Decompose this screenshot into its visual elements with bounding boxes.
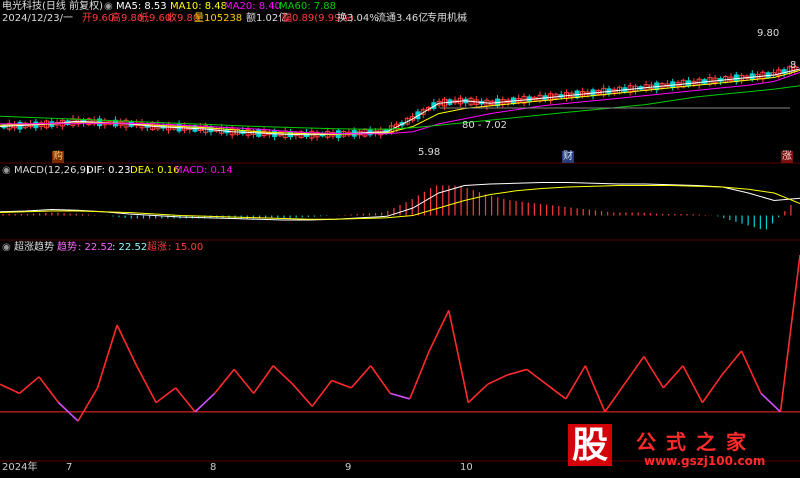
trend-segment bbox=[331, 379, 352, 389]
ma60-label: MA60: 7.88 bbox=[279, 1, 337, 12]
trend-segment bbox=[682, 365, 704, 404]
trend-segment bbox=[116, 324, 138, 367]
trend-segment bbox=[721, 350, 743, 376]
trend-segment bbox=[0, 383, 20, 395]
open-label: 开9.60 bbox=[82, 13, 115, 24]
ma10-label: MA10: 8.48 bbox=[170, 1, 228, 12]
trend-segment bbox=[662, 365, 684, 389]
macd-histogram-group bbox=[2, 185, 792, 230]
turnover-label: 换3.04% bbox=[337, 13, 379, 24]
trend-segment bbox=[77, 387, 99, 422]
trend-segment bbox=[760, 392, 782, 413]
trend-segment bbox=[623, 356, 645, 385]
trend-segment bbox=[545, 383, 567, 400]
trend-segment bbox=[565, 365, 587, 400]
indicator-super-label: 超涨 bbox=[147, 242, 167, 253]
ma5-label: MA5: 8.53 bbox=[116, 1, 167, 12]
ma20-label: MA20: 8.40 bbox=[224, 1, 282, 12]
chart-stage: 电光科技(日线 前复权) ◉ MA5: 8.53 MA10: 8.48 MA20… bbox=[0, 0, 800, 475]
macd-title[interactable]: MACD(12,26,9) bbox=[14, 165, 90, 177]
x-label-oct: 10 bbox=[460, 462, 473, 473]
trend-segment bbox=[311, 380, 333, 407]
trend-segment bbox=[194, 392, 216, 413]
indicator-lines-group bbox=[0, 254, 800, 422]
price-low-annotation: 5.98 bbox=[418, 147, 441, 158]
watermark-site-name: 公式之家 bbox=[636, 430, 756, 454]
trend-segment bbox=[18, 376, 40, 395]
volume-label: 量105238 bbox=[194, 13, 243, 24]
indicator-trend-label: 趋势 bbox=[57, 242, 77, 253]
trend-segment bbox=[214, 368, 235, 394]
indicator-super-value: : 15.00 bbox=[168, 242, 204, 253]
chart-svg bbox=[0, 62, 800, 462]
trend-segment bbox=[428, 310, 450, 352]
macd-value-label: MACD: 0.14 bbox=[174, 165, 233, 176]
x-label-sep: 9 bbox=[345, 462, 352, 473]
price-right-edge: 8. bbox=[790, 60, 800, 71]
stock-title[interactable]: 电光科技(日线 前复权) bbox=[2, 1, 103, 13]
marker-right[interactable]: 涨 bbox=[781, 151, 793, 163]
trend-segment bbox=[409, 350, 431, 400]
trend-segment bbox=[507, 368, 528, 376]
price-mid-annotation: 80 - 7.02 bbox=[462, 120, 507, 131]
x-label-aug: 8 bbox=[210, 462, 217, 473]
float-cap-label: 流通3.46亿 bbox=[376, 13, 429, 24]
macd-settings-icon[interactable]: ◉ bbox=[2, 165, 11, 177]
date-label: 2024/12/23/一 bbox=[2, 13, 74, 24]
marker-left[interactable]: 购 bbox=[52, 151, 64, 163]
trend-segment bbox=[604, 383, 626, 413]
trend-segment bbox=[233, 368, 255, 394]
trend-segment bbox=[370, 365, 391, 394]
macd-dea-label: DEA: 0.16 bbox=[130, 165, 180, 176]
trend-segment bbox=[174, 387, 196, 413]
watermark-logo-char: 股 bbox=[568, 424, 613, 466]
macd-dif-label: DIF: 0.23 bbox=[86, 165, 131, 176]
trend-segment bbox=[135, 365, 157, 404]
ma-settings-icon[interactable]: ◉ bbox=[104, 1, 113, 13]
watermark-url: www.gszj100.com bbox=[644, 454, 766, 468]
trend-segment bbox=[155, 387, 177, 404]
trend-segment bbox=[701, 374, 723, 404]
trend-segment bbox=[390, 392, 410, 400]
marker-middle[interactable]: 财 bbox=[562, 151, 574, 163]
x-label-year: 2024年 bbox=[2, 462, 38, 473]
trend-segment bbox=[38, 376, 60, 404]
trend-segment bbox=[487, 374, 508, 385]
trend-segment bbox=[584, 365, 606, 413]
indicator-trend-value2: : 22.52 bbox=[112, 242, 148, 253]
trend-segment bbox=[350, 365, 372, 389]
trend-segment bbox=[253, 365, 274, 394]
trend-segment bbox=[779, 254, 800, 412]
trend-segment bbox=[96, 324, 118, 389]
trend-segment bbox=[740, 350, 762, 394]
trend-segment bbox=[643, 356, 665, 389]
trend-segment bbox=[447, 310, 470, 403]
trend-segment bbox=[467, 383, 489, 404]
sector-label[interactable]: 专用机械 bbox=[427, 13, 467, 25]
trend-segment bbox=[292, 383, 313, 407]
site-watermark: 股 公式之家 www.gszj100.com bbox=[558, 424, 794, 472]
trend-segment bbox=[526, 368, 547, 385]
indicator-trend-value: : 22.52 bbox=[78, 242, 114, 253]
indicator-title[interactable]: 超涨趋势 bbox=[14, 242, 54, 254]
price-high-annotation: 9.80 bbox=[757, 28, 780, 39]
trend-segment bbox=[272, 365, 294, 385]
indicator-settings-icon[interactable]: ◉ bbox=[2, 242, 11, 254]
x-label-jul: 7 bbox=[66, 462, 73, 473]
